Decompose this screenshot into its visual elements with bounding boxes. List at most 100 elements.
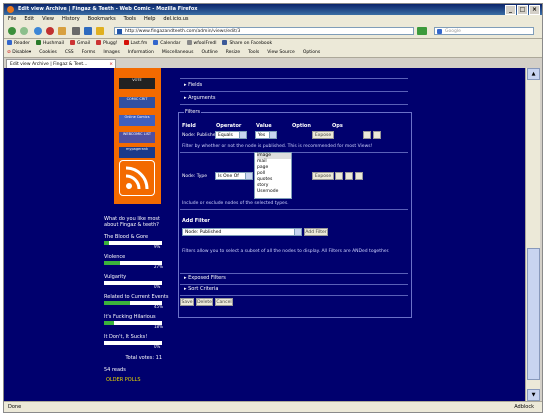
menu-delicious[interactable]: del.icio.us <box>163 15 188 24</box>
menu-view[interactable]: View <box>42 15 54 24</box>
poll-option: Violence 27% <box>104 254 174 269</box>
poll-percent: 18% <box>154 324 163 329</box>
col-operator: Operator <box>216 123 242 129</box>
expose-button[interactable]: Expose <box>312 131 334 139</box>
back-icon[interactable] <box>8 27 16 35</box>
dev-images[interactable]: Images <box>103 48 119 57</box>
home-icon[interactable] <box>58 27 66 35</box>
delete-icon[interactable] <box>355 172 363 180</box>
sort-criteria-section[interactable]: ▸ Sort Criteria <box>184 286 218 292</box>
menu-help[interactable]: Help <box>144 15 155 24</box>
dev-forms[interactable]: Forms <box>82 48 96 57</box>
dev-information[interactable]: Information <box>128 48 154 57</box>
poll-percent: 9% <box>154 244 161 249</box>
poll-option-label: Vulgarity <box>104 274 127 280</box>
poll-bar-fill <box>104 321 115 325</box>
dev-tools[interactable]: Tools <box>248 48 259 57</box>
menu-edit[interactable]: Edit <box>24 15 34 24</box>
title-bar: Edit view Archive | Fingaz & Teeth - Web… <box>4 4 542 15</box>
expose-button[interactable]: Expose <box>312 172 334 180</box>
close-button[interactable]: × <box>529 5 540 15</box>
filter-description: Filter by whether or not the node is pub… <box>182 144 373 149</box>
bookmark-hushmail[interactable]: Hushmail <box>35 39 64 48</box>
operator-select[interactable]: Is One Of <box>215 172 253 180</box>
scroll-down-icon[interactable]: ▼ <box>527 389 540 401</box>
node-type-listbox[interactable]: image mail page poll quotes story Userno… <box>254 152 292 199</box>
exposed-filters-section[interactable]: ▸ Exposed Filters <box>184 275 226 281</box>
divider <box>180 284 408 285</box>
divider <box>180 152 408 153</box>
webcomic-list-badge[interactable]: WEBCOMIC LIST <box>119 132 155 143</box>
menu-file[interactable]: File <box>8 15 16 24</box>
bookmark-calendar[interactable]: Calendar <box>153 39 181 48</box>
rss-feed-icon[interactable] <box>119 160 155 196</box>
adblock-status[interactable]: Adblock <box>514 402 534 412</box>
poll-option: Vulgarity 0% <box>104 274 174 289</box>
fields-section[interactable]: ▸ Fields <box>184 82 202 88</box>
divider <box>180 295 408 296</box>
list-option[interactable]: Usernode <box>257 189 291 195</box>
older-polls-link[interactable]: OLDER POLLS <box>104 377 174 383</box>
filter-field-published: Node: Published <box>182 133 219 138</box>
bookmark-wfoolfredl[interactable]: wfoolFredl <box>186 39 216 48</box>
scroll-up-icon[interactable]: ▲ <box>527 68 540 80</box>
bookmark-plugg[interactable]: Plugg! <box>96 39 118 48</box>
operator-select[interactable]: Equals <box>215 131 247 139</box>
bookmark-lastfm[interactable]: Last.fm <box>123 39 147 48</box>
mypagerank-badge[interactable]: mypagerank <box>119 147 155 158</box>
add-filter-select[interactable]: Node: Published <box>182 228 302 236</box>
divider <box>180 91 408 92</box>
online-comics-badge[interactable]: Online Comics <box>119 115 155 126</box>
bookmark-reader[interactable]: Reader <box>7 39 30 48</box>
address-bar[interactable]: http://www.fingazandteeth.com/admin/view… <box>114 27 414 35</box>
search-box[interactable]: Google <box>434 27 534 35</box>
cancel-button[interactable]: Cancel <box>215 298 233 306</box>
vertical-scrollbar[interactable]: ▲ ▼ <box>525 68 540 401</box>
dev-cookies[interactable]: Cookies <box>39 48 57 57</box>
poll-option-label: Violence <box>104 254 126 260</box>
dev-disable[interactable]: ⊘ Disable▾ <box>7 48 31 57</box>
maximize-button[interactable]: □ <box>517 5 528 15</box>
rss-icon <box>125 166 149 190</box>
move-down-icon[interactable] <box>345 172 353 180</box>
dev-resize[interactable]: Resize <box>226 48 240 57</box>
comic-crit-badge[interactable]: COMIC CRIT <box>119 97 155 108</box>
poll-option: It Don't, It Sucks! 0% <box>104 334 174 349</box>
filter-description: Include or exclude nodes of the selected… <box>182 201 289 206</box>
stop-icon[interactable] <box>46 27 54 35</box>
calendar-icon <box>153 40 159 45</box>
poll-option: Related to Current Events 45% <box>104 294 174 309</box>
forward-icon[interactable] <box>20 27 28 35</box>
move-down-icon[interactable] <box>363 131 371 139</box>
poll-option-label: It's Fucking Hilarious <box>104 314 156 320</box>
bookmark-gmail[interactable]: Gmail <box>70 39 90 48</box>
vote-badge[interactable]: VOTE <box>119 78 155 89</box>
menu-tools[interactable]: Tools <box>124 15 136 24</box>
poll-percent: 27% <box>154 264 163 269</box>
reload-icon[interactable] <box>34 27 42 35</box>
save-button[interactable]: Save <box>180 298 194 306</box>
minimize-button[interactable]: _ <box>505 5 516 15</box>
delete-button[interactable]: Delete <box>196 298 213 306</box>
bookmark-share-facebook[interactable]: Share on Facebook <box>222 39 272 48</box>
bookmark-star-icon[interactable] <box>96 27 104 35</box>
delicious-icon[interactable] <box>84 27 92 35</box>
dev-css[interactable]: CSS <box>65 48 74 57</box>
chevron-down-icon <box>294 229 301 235</box>
print-icon[interactable] <box>72 27 80 35</box>
dev-view-source[interactable]: View Source <box>267 48 295 57</box>
dev-outline[interactable]: Outline <box>201 48 217 57</box>
dev-options[interactable]: Options <box>303 48 320 57</box>
scroll-thumb[interactable] <box>527 248 540 380</box>
dev-miscellaneous[interactable]: Miscellaneous <box>162 48 194 57</box>
go-icon[interactable] <box>417 27 427 35</box>
add-filter-button[interactable]: Add Filter <box>304 228 328 236</box>
no-icon: ⊘ <box>7 50 11 55</box>
menu-history[interactable]: History <box>62 15 80 24</box>
arguments-section[interactable]: ▸ Arguments <box>184 95 216 101</box>
move-up-icon[interactable] <box>335 172 343 180</box>
delete-icon[interactable] <box>373 131 381 139</box>
menu-bookmarks[interactable]: Bookmarks <box>88 15 116 24</box>
tab-active[interactable]: Edit view Archive | Fingaz & Teet... × <box>6 59 116 68</box>
value-select[interactable]: Yes <box>255 131 277 139</box>
